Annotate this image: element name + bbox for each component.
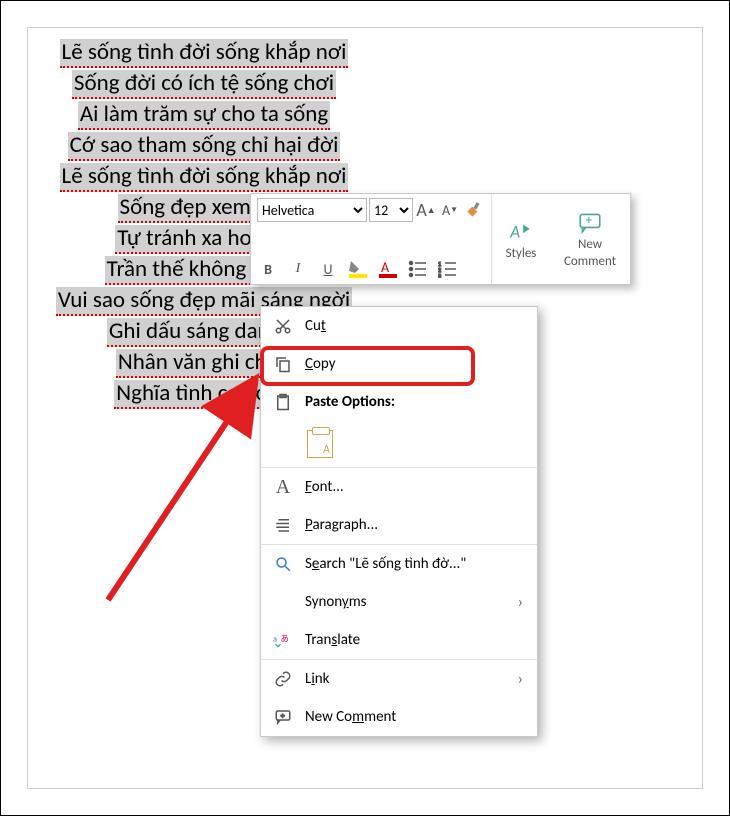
font-menu-item[interactable]: A Font... bbox=[261, 468, 537, 506]
styles-label: Styles bbox=[506, 246, 537, 261]
new-comment-menu-item[interactable]: + New Comment bbox=[261, 698, 537, 736]
submenu-arrow-icon: › bbox=[518, 593, 523, 612]
svg-text:あ: あ bbox=[281, 635, 289, 645]
numbering-button[interactable]: 123 bbox=[437, 258, 459, 280]
highlight-button[interactable] bbox=[347, 258, 369, 280]
styles-button[interactable]: A Styles bbox=[492, 194, 550, 284]
bullets-button[interactable] bbox=[407, 258, 429, 280]
synonyms-label: Synonyms bbox=[305, 593, 367, 611]
paragraph-label: Paragraph... bbox=[305, 516, 378, 534]
underline-button[interactable]: U bbox=[317, 258, 339, 280]
link-icon bbox=[273, 669, 293, 689]
comment-icon: + bbox=[273, 707, 293, 727]
new-comment-label-2: Comment bbox=[564, 254, 616, 269]
translate-menu-item[interactable]: aあ Translate bbox=[261, 621, 537, 659]
svg-text:3: 3 bbox=[438, 272, 441, 278]
cut-menu-item[interactable]: Cut bbox=[261, 307, 537, 345]
copy-label: Copy bbox=[305, 355, 336, 373]
font-color-button[interactable]: A bbox=[377, 258, 399, 280]
poem-line: Lẽ sống tình đời sống khắp nơi bbox=[60, 39, 349, 68]
font-a-icon: A bbox=[273, 477, 293, 497]
search-menu-item[interactable]: Search "Lẽ sống tình đờ..." bbox=[261, 545, 537, 583]
poem-line: Lẽ sống tình đời sống khắp nơi bbox=[60, 163, 349, 192]
link-label: Link bbox=[305, 670, 329, 688]
search-label: Search "Lẽ sống tình đờ..." bbox=[305, 555, 466, 573]
poem-line: Ai làm trăm sự cho ta sống bbox=[78, 101, 330, 130]
document-page: Lẽ sống tình đời sống khắp nơi Sống đời … bbox=[27, 27, 703, 789]
poem-line: Sống đời có ích tệ sống chơi bbox=[72, 70, 336, 99]
new-comment-label-1: New bbox=[578, 237, 602, 252]
grow-font-icon[interactable]: A▲ bbox=[415, 199, 437, 221]
synonyms-menu-item[interactable]: Synonyms › bbox=[261, 583, 537, 621]
bold-button[interactable]: B bbox=[257, 258, 279, 280]
svg-text:A: A bbox=[381, 259, 390, 276]
translate-label: Translate bbox=[305, 631, 360, 649]
svg-text:A: A bbox=[509, 220, 520, 242]
link-menu-item[interactable]: Link › bbox=[261, 660, 537, 698]
svg-text:a: a bbox=[273, 635, 277, 645]
paste-text-only-icon: A bbox=[307, 430, 333, 458]
copy-menu-item[interactable]: Copy bbox=[261, 345, 537, 383]
mini-toolbar: Helvetica 12 A▲ A▼ B I U A bbox=[250, 193, 631, 285]
paste-options-header: Paste Options: bbox=[261, 383, 537, 421]
context-menu: Cut Copy Paste Options: A A Font... Para bbox=[260, 306, 538, 737]
paste-option-text-only[interactable]: A bbox=[261, 421, 537, 467]
poem-line: Cớ sao tham sống chỉ hại đời bbox=[68, 132, 341, 161]
font-size-select[interactable]: 12 bbox=[369, 198, 413, 222]
paste-options-label: Paste Options: bbox=[305, 393, 395, 411]
submenu-arrow-icon: › bbox=[518, 670, 523, 689]
svg-text:+: + bbox=[281, 712, 285, 721]
search-icon bbox=[273, 554, 293, 574]
clipboard-icon bbox=[273, 392, 293, 412]
shrink-font-icon[interactable]: A▼ bbox=[439, 199, 461, 221]
cut-label: Cut bbox=[305, 317, 326, 335]
scissors-icon bbox=[273, 316, 293, 336]
svg-text:+: + bbox=[586, 213, 593, 228]
paragraph-icon bbox=[273, 515, 293, 535]
new-comment-label: New Comment bbox=[305, 708, 396, 726]
italic-button[interactable]: I bbox=[287, 258, 309, 280]
paragraph-menu-item[interactable]: Paragraph... bbox=[261, 506, 537, 544]
format-painter-icon[interactable] bbox=[463, 199, 485, 221]
font-label: Font... bbox=[305, 478, 344, 496]
translate-icon: aあ bbox=[273, 630, 293, 650]
new-comment-button[interactable]: + New Comment bbox=[550, 194, 630, 284]
font-select[interactable]: Helvetica bbox=[257, 198, 367, 222]
copy-icon bbox=[273, 354, 293, 374]
